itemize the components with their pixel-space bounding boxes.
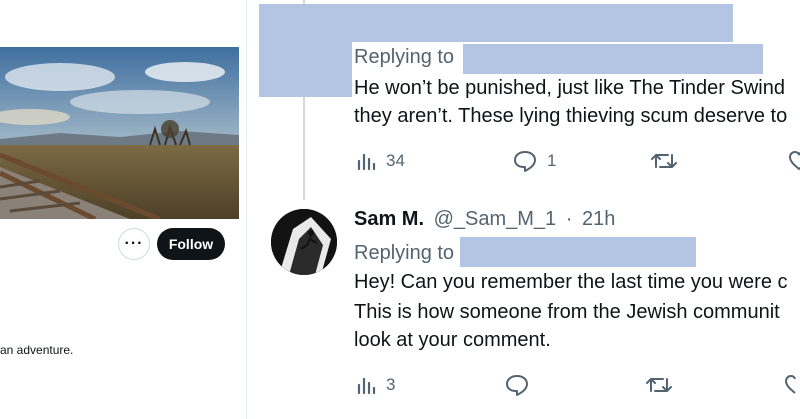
redacted-reply-handle[interactable] (460, 237, 696, 267)
panel-divider (246, 0, 247, 419)
tweet-text-line: This is how someone from the Jewish comm… (354, 301, 780, 323)
redacted-avatar-area (259, 42, 352, 97)
views-count: 34 (386, 151, 405, 170)
tweet-timestamp[interactable]: 21h (582, 208, 615, 230)
retweet-button[interactable] (650, 151, 678, 171)
reply-button[interactable] (505, 374, 529, 396)
profile-banner-image[interactable] (0, 47, 239, 219)
like-icon (788, 150, 800, 171)
dot-separator: · (565, 208, 573, 230)
views-count: 3 (386, 375, 396, 394)
tweet-header: Sam M. @_Sam_M_1 · 21h (354, 208, 615, 231)
replying-to-label: Replying to (354, 242, 455, 264)
more-icon: ··· (124, 235, 144, 252)
reply-count: 1 (547, 151, 557, 170)
tweet-text-line: look at your comment. (354, 329, 551, 351)
like-icon (784, 374, 796, 394)
views-button[interactable]: 34 (356, 151, 405, 171)
tweet-text-line: Hey! Can you remember the last time you … (354, 271, 788, 293)
reply-icon (514, 151, 536, 172)
retweet-icon (651, 154, 677, 168)
tweet-text-line: He won’t be punished, just like The Tind… (354, 77, 785, 99)
like-button[interactable] (788, 150, 800, 172)
redacted-reply-handle[interactable] (463, 44, 763, 74)
profile-panel: ··· Follow an adventure. (0, 0, 246, 419)
redacted-header (259, 4, 733, 42)
tweet-text-line: they aren’t. These lying thieving scum d… (354, 105, 788, 127)
like-button[interactable] (784, 374, 800, 396)
views-button[interactable]: 3 (356, 375, 395, 395)
author-name[interactable]: Sam M. (354, 208, 424, 230)
views-icon (357, 153, 376, 171)
reply-icon (506, 375, 528, 396)
follow-button[interactable]: Follow (157, 228, 225, 260)
author-avatar[interactable] (271, 209, 337, 275)
more-options-button[interactable]: ··· (118, 228, 150, 260)
reply-button[interactable]: 1 (513, 150, 556, 172)
author-handle[interactable]: @_Sam_M_1 (434, 208, 557, 230)
replying-to-label: Replying to (354, 46, 455, 68)
views-icon (357, 377, 376, 395)
avatar-climber-illustration (271, 209, 337, 275)
retweet-icon (646, 378, 672, 392)
banner-landscape-illustration (0, 47, 239, 219)
retweet-button[interactable] (645, 375, 673, 395)
profile-bio-text: an adventure. (0, 343, 74, 357)
